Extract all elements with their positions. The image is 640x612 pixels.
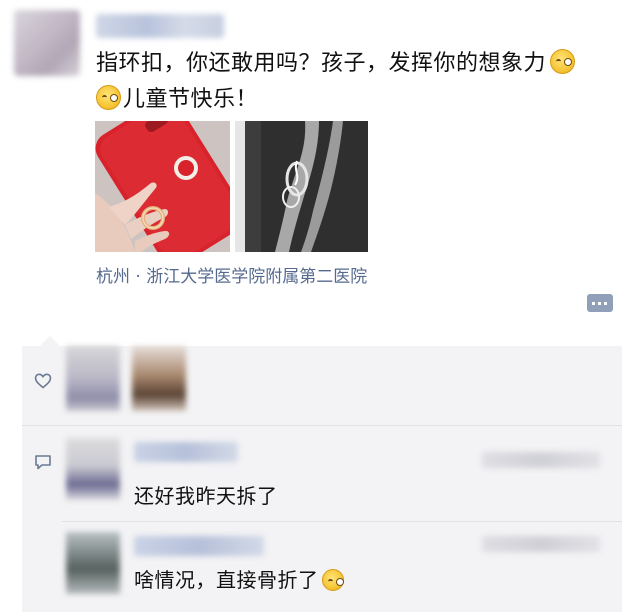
- heart-icon: [34, 373, 52, 389]
- post-author-name[interactable]: [96, 14, 224, 38]
- comment-text[interactable]: 啥情况，直接骨折了: [134, 564, 344, 593]
- comment-timestamp: [482, 452, 600, 468]
- post-photo-red-phone[interactable]: [95, 121, 230, 252]
- comment-user-avatar[interactable]: [66, 438, 120, 500]
- post-photo-xray[interactable]: [235, 121, 368, 252]
- comment-action-button[interactable]: [587, 294, 613, 312]
- post-text-line-2: 儿童节快乐！: [96, 84, 258, 116]
- comment-timestamp: [482, 536, 600, 552]
- comment-divider: [62, 521, 622, 522]
- comment-user-name[interactable]: [134, 442, 238, 462]
- post-author-avatar[interactable]: [14, 10, 80, 76]
- like-user-avatar[interactable]: [132, 346, 186, 411]
- thinking-emoji-icon: [96, 85, 121, 110]
- panel-pointer: [40, 336, 60, 346]
- post-text-line-1-content: 指环扣，你还敢用吗？孩子，发挥你的想象力: [96, 51, 547, 76]
- comment-user-name[interactable]: [134, 536, 264, 556]
- post-location-link[interactable]: 杭州 · 浙江大学医学院附属第二医院: [96, 262, 367, 287]
- comment-text[interactable]: 还好我昨天拆了: [134, 480, 278, 509]
- post-text-line-2-content: 儿童节快乐！: [123, 87, 259, 112]
- likes-comments-divider: [22, 425, 622, 426]
- like-user-avatar[interactable]: [66, 346, 120, 411]
- comment-bubble-icon: [35, 455, 51, 470]
- comment-text-content: 啥情况，直接骨折了: [134, 568, 319, 592]
- post-text-line-1: 指环扣，你还敢用吗？孩子，发挥你的想象力: [96, 48, 576, 80]
- thinking-emoji-icon: [550, 49, 576, 74]
- red-phone-illustration: [95, 121, 230, 252]
- dizzy-emoji-icon: [321, 569, 344, 591]
- comment-user-avatar[interactable]: [66, 532, 120, 594]
- xray-illustration: [235, 121, 368, 252]
